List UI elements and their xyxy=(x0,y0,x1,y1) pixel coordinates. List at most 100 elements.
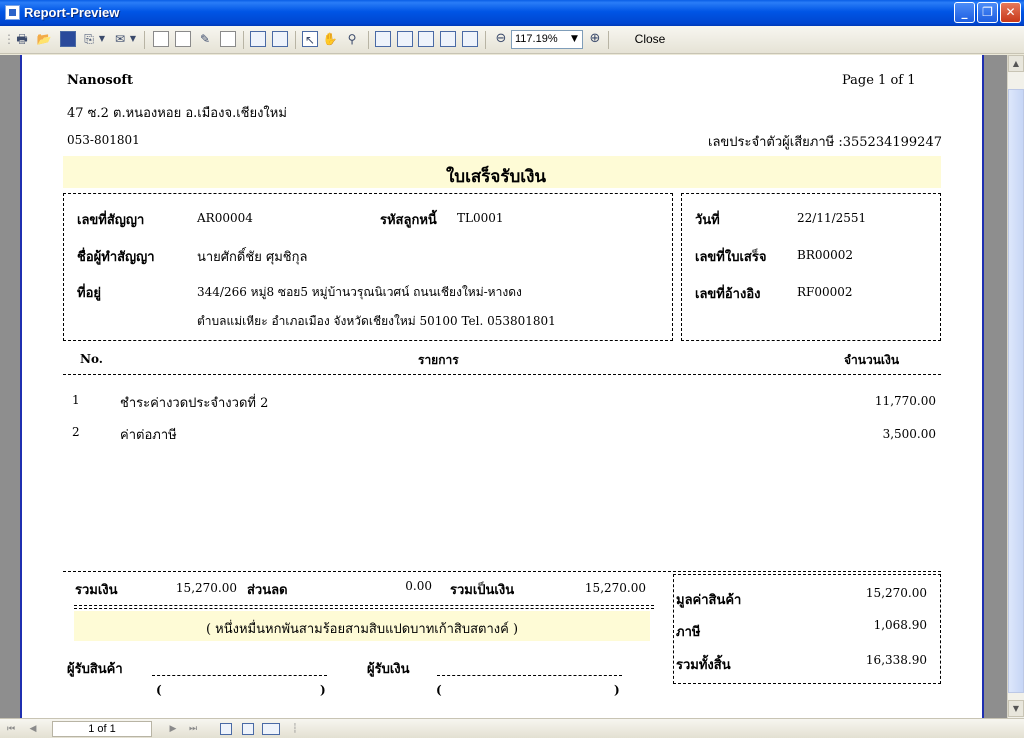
continuous-page-icon[interactable] xyxy=(397,31,413,47)
multi-column-icon[interactable] xyxy=(272,31,288,47)
zoom-combobox[interactable]: 117.19% xyxy=(511,30,571,49)
minimize-button[interactable]: _ xyxy=(954,2,975,23)
title-bar: Report-Preview _ ❐ ✕ xyxy=(0,0,1024,26)
report-preview-window: Report-Preview _ ❐ ✕ ⋮ 🖶 📂 ⎘ ▼ ✉ ▼ ✎ ↖ ✋… xyxy=(0,0,1024,738)
discount-label: ส่วนลด xyxy=(247,583,288,598)
document-title: ใบเสร็จรับเงิน xyxy=(446,167,547,187)
item-description: ค่าต่อภาษี xyxy=(120,428,177,443)
item-no: 1 xyxy=(72,393,80,407)
scroll-down-arrow-icon[interactable]: ▼ xyxy=(1008,700,1024,717)
nav-separator: ┆ xyxy=(292,724,298,734)
zoom-dropdown-arrow-icon[interactable]: ▼ xyxy=(567,30,583,49)
customer-address-line-2: ตำบลแม่เหียะ อำเภอเมือง จังหวัดเชียงใหม่… xyxy=(197,314,556,328)
first-page-icon[interactable]: ⏮ xyxy=(4,722,18,736)
ref-no-value: RF00002 xyxy=(797,285,853,299)
single-column-icon[interactable] xyxy=(250,31,266,47)
four-pages-icon[interactable] xyxy=(440,31,456,47)
customer-address-line-1: 344/266 หมู่8 ซอย5 หมู่บ้านวรุณนิเวศน์ ถ… xyxy=(197,285,522,299)
save-icon[interactable] xyxy=(60,31,76,47)
tax-value: 1,068.90 xyxy=(873,618,927,632)
receiver-goods-signature-line xyxy=(152,675,327,676)
export-dropdown-icon[interactable]: ▼ xyxy=(97,31,107,47)
thumbnail-icon[interactable] xyxy=(462,31,478,47)
net-value: 15,270.00 xyxy=(584,581,646,595)
column-header-amount: จำนวนเงิน xyxy=(844,353,900,367)
ref-no-label: เลขที่อ้างอิง xyxy=(695,287,761,302)
receipt-no-label: เลขที่ใบเสร็จ xyxy=(695,250,767,265)
contract-no-label: เลขที่สัญญา xyxy=(77,213,145,228)
item-amount: 11,770.00 xyxy=(874,394,936,408)
paren-open: ( xyxy=(156,683,162,697)
close-button[interactable]: Close xyxy=(630,30,670,49)
goods-value-label: มูลค่าสินค้า xyxy=(676,593,742,608)
goods-value: 15,270.00 xyxy=(865,586,927,600)
contract-name-value: นายศักดิ์ชัย ศุมชิกุล xyxy=(197,250,308,265)
amount-in-words: ( หนึ่งหมื่นหกพันสามร้อยสามสิบแปดบาทเก้า… xyxy=(205,622,519,637)
previous-page-icon[interactable]: ◀ xyxy=(26,722,40,736)
address-label: ที่อยู่ xyxy=(77,286,101,301)
new-page-icon[interactable] xyxy=(153,31,169,47)
scroll-up-arrow-icon[interactable]: ▲ xyxy=(1008,55,1024,72)
page-number-box[interactable]: 1 of 1 xyxy=(52,721,152,737)
find-binoculars-icon[interactable]: ⚲ xyxy=(344,31,360,47)
column-header-item: รายการ xyxy=(418,353,459,367)
copy-page-icon[interactable] xyxy=(175,31,191,47)
total-value: 15,270.00 xyxy=(175,581,237,595)
discount-value: 0.00 xyxy=(405,579,432,593)
report-page: Nanosoft Page 1 of 1 47 ซ.2 ต.หนองหอย อ.… xyxy=(20,55,984,718)
contract-no-value: AR00004 xyxy=(197,211,253,225)
select-pointer-icon[interactable]: ↖ xyxy=(302,31,318,47)
debtor-code-label: รหัสลูกหนี้ xyxy=(380,213,437,228)
hand-pan-icon[interactable]: ✋ xyxy=(322,31,338,47)
continuous-view-icon[interactable] xyxy=(242,723,254,735)
item-description: ชำระค่างวดประจำงวดที่ 2 xyxy=(120,396,269,411)
window-title: Report-Preview xyxy=(24,5,120,20)
close-window-button[interactable]: ✕ xyxy=(1000,2,1021,23)
grand-total-label: รวมทั้งสิ้น xyxy=(676,658,731,673)
single-page-icon[interactable] xyxy=(375,31,391,47)
tax-label: ภาษี xyxy=(676,625,701,640)
total-label: รวมเงิน xyxy=(75,583,118,598)
page-setup-icon[interactable] xyxy=(220,31,236,47)
edit-icon[interactable]: ✎ xyxy=(197,31,213,47)
receiver-money-label: ผู้รับเงิน xyxy=(367,662,410,677)
two-pages-icon[interactable] xyxy=(418,31,434,47)
print-icon[interactable]: 🖶 xyxy=(14,31,30,47)
send-icon[interactable]: ✉ xyxy=(112,31,128,47)
paren-close: ) xyxy=(320,683,326,697)
tax-id: เลขประจำตัวผู้เสียภาษี :355234199247 xyxy=(708,135,942,150)
vertical-scrollbar[interactable]: ▲ ▼ xyxy=(1007,55,1024,718)
app-icon xyxy=(5,5,20,20)
send-dropdown-icon[interactable]: ▼ xyxy=(128,31,138,47)
totals-double-underline xyxy=(74,608,654,609)
open-folder-icon[interactable]: 📂 xyxy=(36,31,52,47)
header-divider xyxy=(63,374,941,375)
paren-open: ( xyxy=(436,683,442,697)
multi-page-view-icon[interactable] xyxy=(262,723,280,735)
next-page-icon[interactable]: ▶ xyxy=(166,722,180,736)
contract-name-label: ชื่อผู้ทำสัญญา xyxy=(77,250,155,265)
report-viewport: Nanosoft Page 1 of 1 47 ซ.2 ต.หนองหอย อ.… xyxy=(0,55,1007,718)
item-no: 2 xyxy=(72,425,80,439)
maximize-button[interactable]: ❐ xyxy=(977,2,998,23)
company-name: Nanosoft xyxy=(67,73,134,88)
export-icon[interactable]: ⎘ xyxy=(81,31,97,47)
footer-divider xyxy=(63,571,941,572)
date-value: 22/11/2551 xyxy=(797,211,867,225)
company-phone: 053-801801 xyxy=(67,133,140,147)
single-page-view-icon[interactable] xyxy=(220,723,232,735)
page-info: Page 1 of 1 xyxy=(842,73,916,88)
zoom-in-icon[interactable]: ⊕ xyxy=(587,31,603,47)
toolbar-grip: ⋮ xyxy=(3,32,15,46)
company-address: 47 ซ.2 ต.หนองหอย อ.เมืองจ.เชียงใหม่ xyxy=(67,106,287,121)
scroll-thumb[interactable] xyxy=(1008,89,1024,693)
date-label: วันที่ xyxy=(695,213,720,228)
paren-close: ) xyxy=(614,683,620,697)
zoom-out-icon[interactable]: ⊖ xyxy=(493,31,509,47)
debtor-code-value: TL0001 xyxy=(457,211,504,225)
item-amount: 3,500.00 xyxy=(882,427,936,441)
page-navigation-bar: ⏮ ◀ 1 of 1 ▶ ⏭ ┆ xyxy=(0,718,1024,738)
column-header-no: No. xyxy=(80,352,103,366)
receiver-money-signature-line xyxy=(437,675,622,676)
last-page-icon[interactable]: ⏭ xyxy=(186,722,200,736)
